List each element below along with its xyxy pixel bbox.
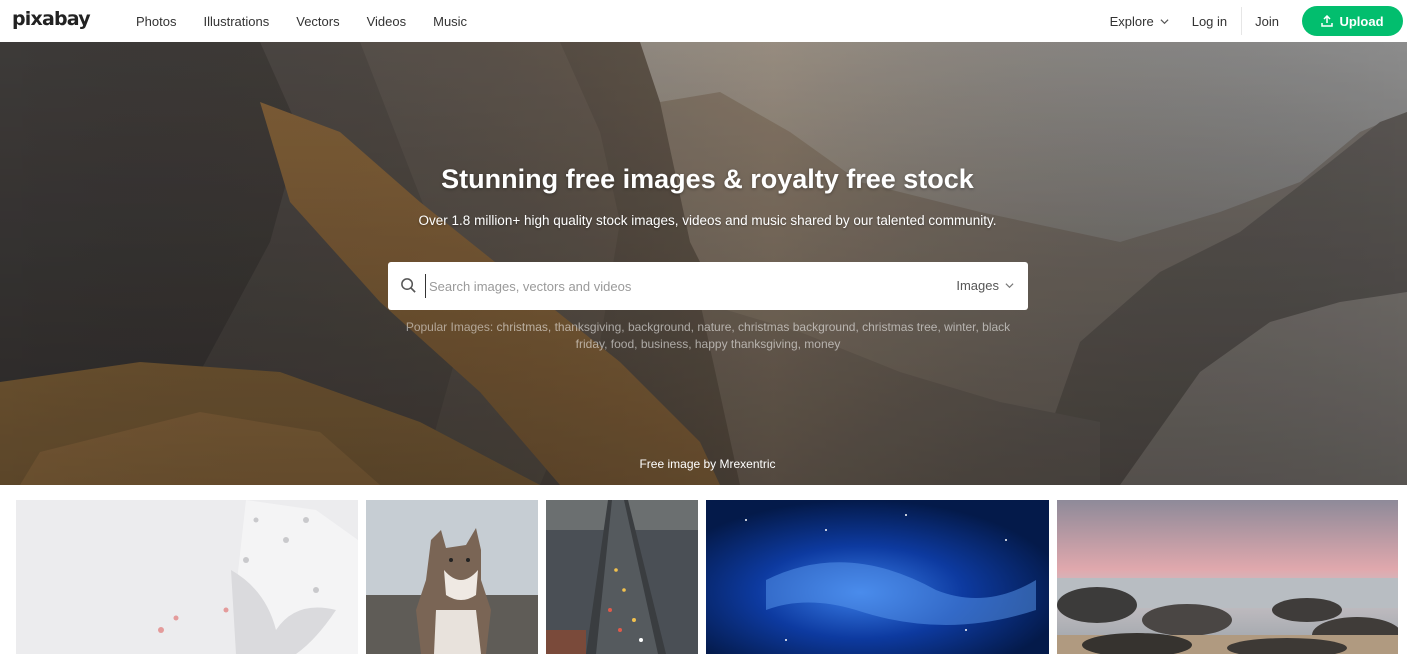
- popular-tag[interactable]: food: [611, 337, 634, 351]
- nav-videos[interactable]: Videos: [367, 14, 407, 29]
- chevron-down-icon: [1005, 283, 1014, 289]
- gallery-image-ribbon[interactable]: [16, 500, 358, 654]
- search-type-label: Images: [956, 278, 999, 293]
- search-icon[interactable]: [400, 277, 417, 294]
- credit-author-link[interactable]: Mrexentric: [720, 457, 776, 471]
- popular-tag[interactable]: christmas background: [738, 320, 855, 334]
- nav-illustrations[interactable]: Illustrations: [203, 14, 269, 29]
- beach-sunset-image: [1057, 500, 1398, 654]
- dog-image: [366, 500, 538, 654]
- nav-vectors[interactable]: Vectors: [296, 14, 339, 29]
- upload-label: Upload: [1339, 13, 1384, 29]
- gallery-image-beach-sunset[interactable]: [1057, 500, 1398, 654]
- account-nav: Explore Log in Join Upload: [1110, 0, 1403, 42]
- credit-prefix: Free image by: [639, 457, 717, 471]
- hero-subtitle: Over 1.8 million+ high quality stock ima…: [418, 213, 997, 228]
- hero-title: Stunning free images & royalty free stoc…: [441, 164, 974, 194]
- ribbon-image: [16, 500, 358, 654]
- search-bar: Images: [388, 262, 1028, 310]
- explore-menu[interactable]: Explore: [1110, 14, 1169, 29]
- login-link[interactable]: Log in: [1192, 14, 1227, 29]
- upload-icon: [1321, 15, 1334, 27]
- nav-photos[interactable]: Photos: [136, 14, 176, 29]
- popular-tag[interactable]: money: [804, 337, 840, 351]
- starry-sky-image: [706, 500, 1049, 654]
- popular-tag[interactable]: christmas: [497, 320, 548, 334]
- nav-music[interactable]: Music: [433, 14, 467, 29]
- popular-tag[interactable]: christmas tree: [862, 320, 937, 334]
- upload-button[interactable]: Upload: [1302, 6, 1403, 36]
- search-type-dropdown[interactable]: Images: [956, 278, 1014, 293]
- popular-tag[interactable]: background: [628, 320, 691, 334]
- join-link[interactable]: Join: [1255, 14, 1279, 29]
- hero-banner: Stunning free images & royalty free stoc…: [0, 42, 1407, 485]
- top-navigation-bar: pixabay Photos Illustrations Vectors Vid…: [0, 0, 1407, 42]
- gallery-image-bridge[interactable]: [546, 500, 698, 654]
- nav-divider: [1241, 7, 1243, 35]
- popular-tag[interactable]: business: [641, 337, 688, 351]
- chevron-down-icon: [1160, 18, 1169, 24]
- main-nav: Photos Illustrations Vectors Videos Musi…: [136, 0, 494, 42]
- pixabay-logo[interactable]: pixabay: [12, 8, 91, 30]
- gallery-image-dog[interactable]: [366, 500, 538, 654]
- popular-tag[interactable]: nature: [697, 320, 731, 334]
- explore-label: Explore: [1109, 13, 1154, 29]
- popular-label: Popular Images:: [405, 320, 494, 334]
- image-credit: Free image by Mrexentric: [0, 457, 1407, 471]
- popular-tag[interactable]: thanksgiving: [555, 320, 622, 334]
- bridge-image: [546, 500, 698, 654]
- search-input[interactable]: [425, 274, 935, 298]
- gallery-image-starry-sky[interactable]: [706, 500, 1049, 654]
- popular-tag[interactable]: happy thanksgiving: [695, 337, 798, 351]
- popular-tag[interactable]: winter: [944, 320, 975, 334]
- popular-searches: Popular Images: christmas, thanksgiving,…: [405, 320, 1011, 351]
